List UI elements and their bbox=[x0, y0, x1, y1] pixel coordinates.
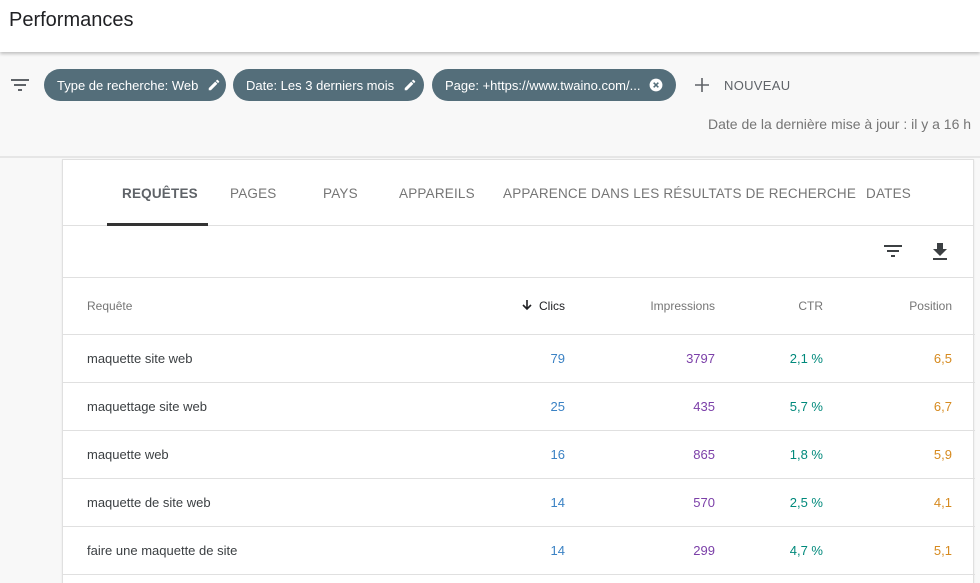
impressions-cell: 299 bbox=[565, 526, 715, 575]
query-cell: faire une maquette de site bbox=[63, 526, 363, 575]
column-header-ctr[interactable]: CTR bbox=[715, 278, 823, 335]
impressions-cell: 435 bbox=[565, 382, 715, 431]
tab-pages[interactable]: PAGES bbox=[230, 186, 277, 201]
tab-queries[interactable]: REQUÊTES bbox=[122, 186, 198, 201]
filter-chip-date[interactable]: Date: Les 3 derniers mois bbox=[233, 69, 424, 101]
position-cell: 4,1 bbox=[823, 478, 952, 527]
ctr-cell: 4,7 % bbox=[715, 526, 823, 575]
query-cell: maquettage site web bbox=[63, 382, 363, 431]
filter-chip-search-type[interactable]: Type de recherche: Web bbox=[44, 69, 226, 101]
impressions-cell: 865 bbox=[565, 430, 715, 479]
clicks-cell: 14 bbox=[363, 526, 565, 575]
table-row[interactable]: maquette site web 79 3797 2,1 % 6,5 bbox=[63, 334, 975, 383]
filter-chip-page[interactable]: Page: +https://www.twaino.com/... bbox=[432, 69, 676, 101]
table-row[interactable]: maquette web 16 865 1,8 % 5,9 bbox=[63, 430, 975, 479]
impressions-cell: 3797 bbox=[565, 334, 715, 383]
position-cell: 6,5 bbox=[823, 334, 952, 383]
sort-descending-icon bbox=[522, 299, 532, 310]
tab-search-appearance[interactable]: APPARENCE DANS LES RÉSULTATS DE RECHERCH… bbox=[503, 186, 856, 201]
tab-dates[interactable]: DATES bbox=[866, 186, 911, 201]
table-header-row: Requête Clics Impressions CTR Position bbox=[63, 278, 975, 335]
clicks-cell: 14 bbox=[363, 478, 565, 527]
column-header-clicks[interactable]: Clics bbox=[363, 278, 565, 335]
table-row[interactable]: maquette de site web 14 570 2,5 % 4,1 bbox=[63, 478, 975, 527]
clicks-cell: 16 bbox=[363, 430, 565, 479]
table-row[interactable]: faire une maquette de site 14 299 4,7 % … bbox=[63, 526, 975, 575]
ctr-cell: 2,1 % bbox=[715, 334, 823, 383]
queries-table: Requête Clics Impressions CTR Position m… bbox=[63, 278, 975, 575]
impressions-cell: 570 bbox=[565, 478, 715, 527]
last-update-text: Date de la dernière mise à jour : il y a… bbox=[708, 116, 972, 132]
tab-devices[interactable]: APPAREILS bbox=[399, 186, 475, 201]
top-app-bar: Performances bbox=[0, 0, 980, 52]
clicks-cell: 25 bbox=[363, 382, 565, 431]
edit-icon[interactable] bbox=[207, 78, 221, 92]
chip-label: Page: +https://www.twaino.com/... bbox=[445, 77, 641, 93]
position-cell: 5,1 bbox=[823, 526, 952, 575]
ctr-cell: 5,7 % bbox=[715, 382, 823, 431]
table-toolbar bbox=[63, 226, 973, 278]
download-icon[interactable] bbox=[929, 240, 951, 262]
results-card: REQUÊTES PAGES PAYS APPAREILS APPARENCE … bbox=[62, 159, 975, 583]
query-cell: maquette site web bbox=[63, 334, 363, 383]
ctr-cell: 2,5 % bbox=[715, 478, 823, 527]
page-title: Performances bbox=[9, 9, 134, 31]
clicks-cell: 79 bbox=[363, 334, 565, 383]
close-circle-icon[interactable] bbox=[649, 78, 663, 92]
chip-label: Type de recherche: Web bbox=[57, 77, 199, 93]
chip-label: Date: Les 3 derniers mois bbox=[246, 77, 395, 93]
filter-rows-icon[interactable] bbox=[882, 240, 904, 262]
add-filter-button[interactable]: NOUVEAU bbox=[694, 73, 790, 97]
column-header-impressions[interactable]: Impressions bbox=[565, 278, 715, 335]
plus-icon bbox=[695, 78, 709, 92]
edit-icon[interactable] bbox=[403, 78, 417, 92]
add-filter-label: NOUVEAU bbox=[724, 77, 791, 93]
filter-icon[interactable] bbox=[10, 77, 30, 93]
tab-countries[interactable]: PAYS bbox=[323, 186, 358, 201]
query-cell: maquette web bbox=[63, 430, 363, 479]
dimension-tabs: REQUÊTES PAGES PAYS APPAREILS APPARENCE … bbox=[63, 160, 973, 226]
ctr-cell: 1,8 % bbox=[715, 430, 823, 479]
position-cell: 6,7 bbox=[823, 382, 952, 431]
table-row[interactable]: maquettage site web 25 435 5,7 % 6,7 bbox=[63, 382, 975, 431]
filter-bar: Type de recherche: Web Date: Les 3 derni… bbox=[0, 53, 980, 158]
column-header-query[interactable]: Requête bbox=[63, 278, 363, 335]
column-header-clicks-label: Clics bbox=[539, 298, 565, 313]
query-cell: maquette de site web bbox=[63, 478, 363, 527]
column-header-position[interactable]: Position bbox=[823, 278, 952, 335]
position-cell: 5,9 bbox=[823, 430, 952, 479]
